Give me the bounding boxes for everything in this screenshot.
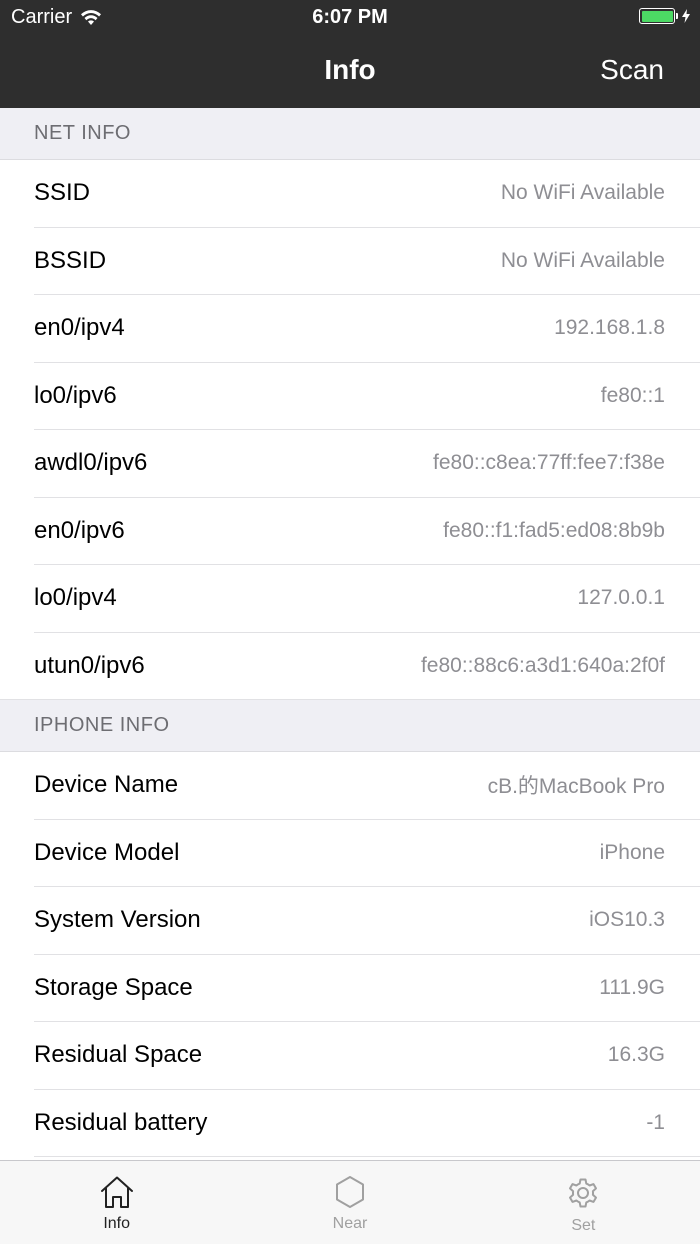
row-label: lo0/ipv4 (34, 584, 117, 612)
row-label: lo0/ipv6 (34, 381, 117, 409)
row-value: No WiFi Available (500, 181, 665, 205)
section-header-net-info: NET INFO (0, 108, 700, 160)
page-title: Info (324, 54, 376, 85)
table-row-lo0-ipv4[interactable]: lo0/ipv4 127.0.0.1 (34, 565, 700, 633)
tab-info[interactable]: Info (0, 1161, 233, 1244)
tab-bar: Info Near Set (0, 1160, 700, 1244)
gear-icon (569, 1178, 598, 1208)
battery-level (641, 10, 673, 22)
row-value: 127.0.0.1 (577, 586, 665, 610)
table-row-awdl0-ipv6[interactable]: awdl0/ipv6 fe80::c8ea:77ff:fee7:f38e (34, 430, 700, 498)
navigation-bar: Info Scan (0, 36, 700, 108)
net-info-list: SSID No WiFi Available BSSID No WiFi Ava… (0, 160, 700, 700)
row-value: 192.168.1.8 (554, 316, 665, 340)
tab-label: Near (332, 1215, 368, 1232)
row-label: BSSID (34, 246, 107, 274)
row-label: System Version (34, 906, 201, 934)
row-value: fe80::1 (600, 383, 665, 407)
iphone-info-list: Device Name cB.的MacBook Pro Device Model… (0, 752, 700, 1157)
row-label: Device Name (34, 771, 179, 799)
table-row-system-version[interactable]: System Version iOS10.3 (34, 887, 700, 955)
tab-label: Info (103, 1215, 130, 1232)
row-value: cB.的MacBook Pro (487, 775, 665, 799)
table-row-device-model[interactable]: Device Model iPhone (34, 820, 700, 887)
row-label: Device Model (34, 838, 180, 866)
hexagon-icon (335, 1176, 364, 1208)
top-bar: Carrier 6:07 PM Info Scan (0, 0, 700, 108)
row-label: Storage Space (34, 973, 193, 1001)
table-row-storage-space[interactable]: Storage Space 111.9G (34, 955, 700, 1022)
charging-bolt-icon (682, 9, 690, 23)
row-value: iPhone (599, 840, 665, 864)
table-row-residual-battery[interactable]: Residual battery -1 (34, 1090, 700, 1157)
table-row-ssid[interactable]: SSID No WiFi Available (34, 160, 700, 228)
row-value: fe80::c8ea:77ff:fee7:f38e (433, 451, 665, 475)
tab-near[interactable]: Near (233, 1161, 466, 1244)
row-value: fe80::f1:fad5:ed08:8b9b (443, 518, 665, 542)
tab-set[interactable]: Set (467, 1161, 700, 1244)
table-row-lo0-ipv6[interactable]: lo0/ipv6 fe80::1 (34, 363, 700, 430)
table-row-residual-space[interactable]: Residual Space 16.3G (34, 1022, 700, 1090)
row-value: -1 (646, 1110, 665, 1134)
row-label: Residual Space (34, 1041, 203, 1069)
row-label: utun0/ipv6 (34, 651, 145, 679)
table-row-en0-ipv6[interactable]: en0/ipv6 fe80::f1:fad5:ed08:8b9b (34, 498, 700, 565)
table-row-device-name[interactable]: Device Name cB.的MacBook Pro (34, 752, 700, 820)
status-time: 6:07 PM (312, 6, 388, 28)
battery-icon (639, 8, 690, 24)
table-row-en0-ipv4[interactable]: en0/ipv4 192.168.1.8 (34, 295, 700, 363)
row-label: Residual battery (34, 1108, 208, 1136)
battery-body (639, 8, 675, 24)
row-value: 111.9G (599, 975, 665, 999)
home-icon (100, 1176, 133, 1208)
status-bar: Carrier 6:07 PM (0, 0, 700, 36)
section-header-iphone-info: IPHONE INFO (0, 700, 700, 752)
table-row-utun0-ipv6[interactable]: utun0/ipv6 fe80::88c6:a3d1:640a:2f0f (0, 633, 700, 700)
battery-cap (676, 13, 678, 19)
tab-label: Set (571, 1217, 596, 1234)
row-label: en0/ipv4 (34, 314, 125, 342)
row-value: iOS10.3 (589, 908, 665, 932)
row-label: SSID (34, 179, 91, 207)
scan-button[interactable]: Scan (600, 54, 664, 86)
table-row-bssid[interactable]: BSSID No WiFi Available (34, 228, 700, 295)
row-value: No WiFi Available (500, 248, 665, 272)
info-table[interactable]: NET INFO SSID No WiFi Available BSSID No… (0, 108, 700, 1160)
row-value: fe80::88c6:a3d1:640a:2f0f (420, 653, 665, 677)
row-value: 16.3G (607, 1043, 665, 1067)
row-label: en0/ipv6 (34, 516, 125, 544)
row-label: awdl0/ipv6 (34, 449, 148, 477)
